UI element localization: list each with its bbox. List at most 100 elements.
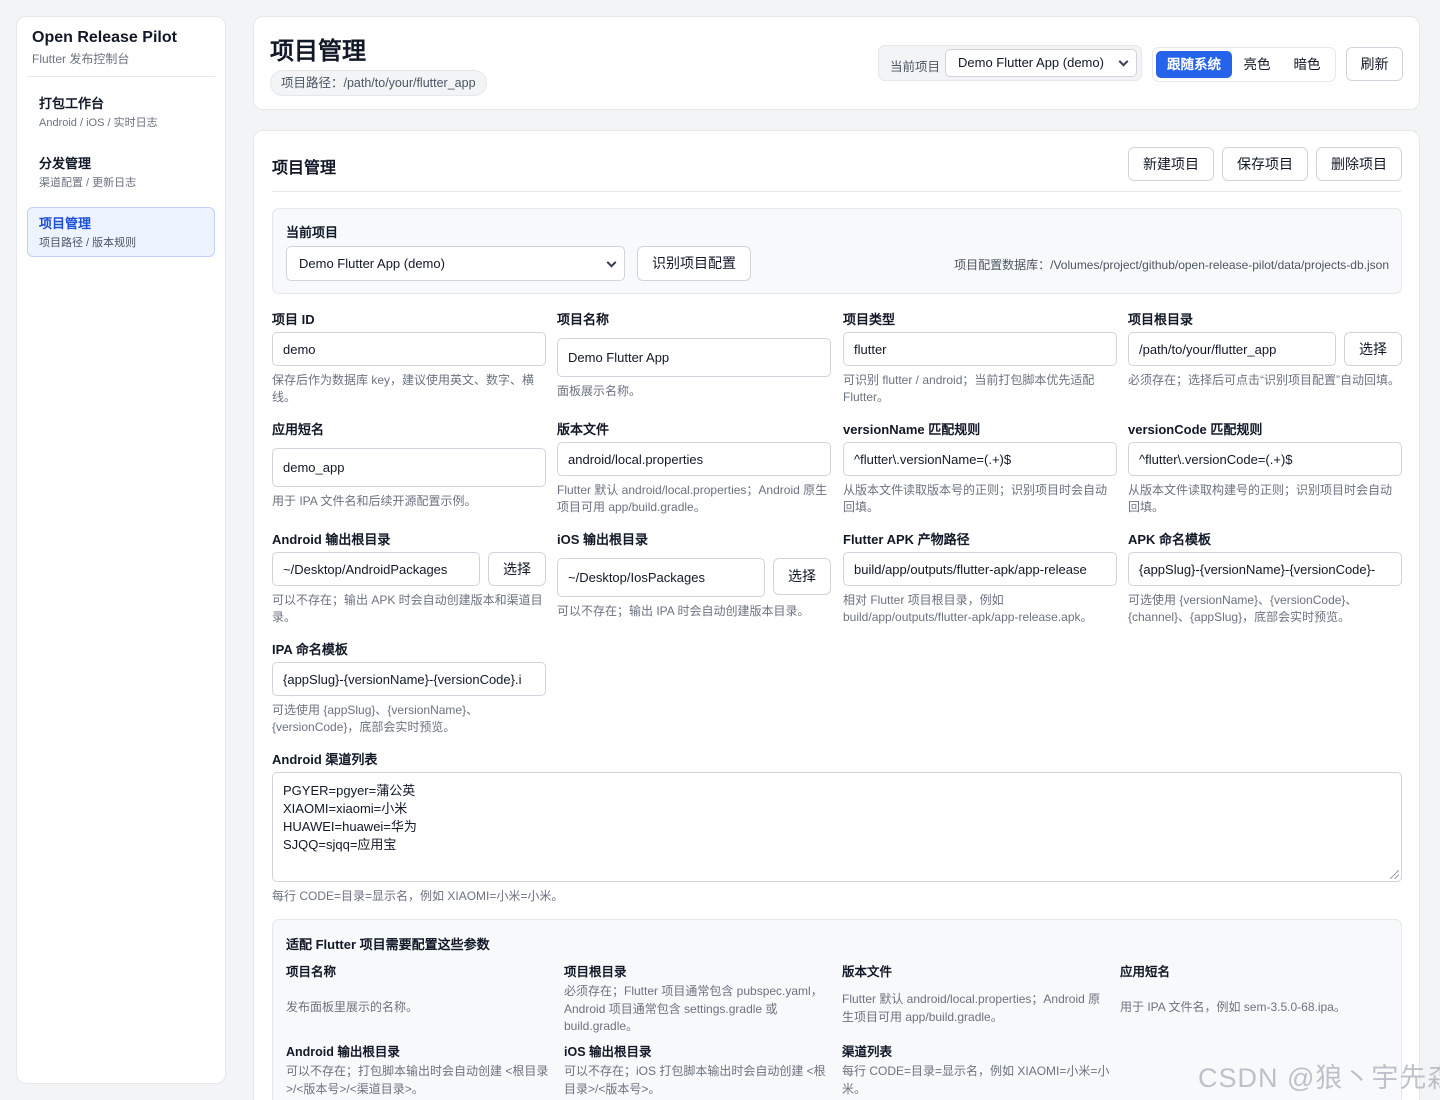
sidebar-item-build[interactable]: 打包工作台 Android / iOS / 实时日志 (27, 87, 215, 137)
current-project-panel: 当前项目 Demo Flutter App (demo) 识别项目配置 项目配置… (272, 208, 1402, 294)
sidebar-item-distribution[interactable]: 分发管理 渠道配置 / 更新日志 (27, 147, 215, 197)
version-file-help: Flutter 默认 android/local.properties；Andr… (557, 483, 828, 514)
info-item-text: 每行 CODE=目录=显示名，例如 XIAOMI=小米=小米。 (842, 1064, 1110, 1096)
sidebar-item-label: 打包工作台 (39, 96, 105, 111)
sidebar-item-label: 分发管理 (39, 156, 92, 171)
db-path: 项目配置数据库：/Volumes/project/github/open-rel… (954, 258, 1389, 272)
theme-toggle: 跟随系统 亮色 暗色 (1152, 47, 1336, 82)
detect-config-button[interactable]: 识别项目配置 (637, 246, 751, 281)
chevron-down-icon (1118, 56, 1129, 67)
panel-project-select[interactable]: Demo Flutter App (demo) (286, 246, 625, 281)
page-header: 项目管理 项目路径：/path/to/your/flutter_app 当前项目… (253, 16, 1420, 110)
info-item-title: 应用短名 (1120, 965, 1171, 979)
current-project-value: Demo Flutter App (demo) (958, 55, 1104, 70)
panel-current-project-label: 当前项目 (286, 225, 339, 240)
sidebar-item-desc: 项目路径 / 版本规则 (39, 237, 137, 249)
project-id-input[interactable]: demo (272, 332, 546, 366)
version-name-rule-help: 从版本文件读取版本号的正则；识别项目时会自动回填。 (843, 483, 1108, 514)
project-type-input[interactable]: flutter (843, 332, 1117, 366)
info-item: 项目名称 发布面板里展示的名称。 (286, 961, 551, 1017)
project-management-card: 项目管理 新建项目 保存项目 删除项目 当前项目 Demo Flutter Ap… (253, 130, 1420, 1100)
watermark: CSDN @狼丶宇先森 (1198, 1063, 1440, 1093)
choose-project-root-button[interactable]: 选择 (1344, 332, 1402, 366)
version-name-rule-input[interactable]: ^flutter\.versionName=(.+)$ (843, 442, 1117, 476)
sidebar-item-label: 项目管理 (39, 216, 92, 231)
theme-dark-button[interactable]: 暗色 (1282, 51, 1332, 78)
apk-template-help: 可选使用 {versionName}、{versionCode}、{channe… (1128, 593, 1358, 624)
info-item-title: iOS 输出根目录 (564, 1045, 652, 1059)
new-project-button[interactable]: 新建项目 (1128, 147, 1214, 181)
android-output-help: 可以不存在；输出 APK 时会自动创建版本和渠道目录。 (272, 593, 543, 624)
channel-line: PGYER=pgyer=蒲公英 (283, 783, 416, 798)
channel-line: SJQQ=sjqq=应用宝 (283, 837, 397, 852)
refresh-button[interactable]: 刷新 (1346, 47, 1403, 81)
apk-template-input[interactable]: {appSlug}-{versionName}-{versionCode}- (1128, 552, 1402, 586)
theme-light-button[interactable]: 亮色 (1232, 51, 1282, 78)
chevron-down-icon (606, 257, 617, 268)
apk-template-label: APK 命名模板 (1128, 532, 1212, 547)
current-project-switcher: 当前项目 Demo Flutter App (demo) (878, 45, 1142, 81)
save-project-button[interactable]: 保存项目 (1222, 147, 1308, 181)
project-root-label: 项目根目录 (1128, 312, 1194, 327)
sidebar-item-projects[interactable]: 项目管理 项目路径 / 版本规则 (27, 207, 215, 257)
divider (272, 191, 1401, 192)
info-item-text: 可以不存在；iOS 打包脚本输出时会自动创建 <根目录>/<版本号>。 (564, 1064, 826, 1096)
ipa-template-help: 可选使用 {appSlug}、{versionName}、{versionCod… (272, 703, 479, 734)
info-title: 适配 Flutter 项目需要配置这些参数 (286, 937, 490, 952)
version-name-rule-label: versionName 匹配规则 (843, 422, 981, 437)
flutter-apk-path-help: 相对 Flutter 项目根目录，例如 build/app/outputs/fl… (843, 593, 1093, 624)
info-item-title: 渠道列表 (842, 1045, 893, 1059)
project-root-help: 必须存在；选择后可点击“识别项目配置”自动回填。 (1128, 373, 1400, 387)
info-item: iOS 输出根目录 可以不存在；iOS 打包脚本输出时会自动创建 <根目录>/<… (564, 1041, 829, 1098)
project-id-help: 保存后作为数据库 key，建议使用英文、数字、横线。 (272, 373, 535, 404)
current-project-select[interactable]: Demo Flutter App (demo) (945, 49, 1137, 77)
ios-output-input[interactable]: ~/Desktop/IosPackages (557, 558, 765, 597)
channels-help: 每行 CODE=目录=显示名，例如 XIAOMI=小米=小米。 (272, 889, 564, 903)
app-slug-input[interactable]: demo_app (272, 448, 546, 487)
version-code-rule-label: versionCode 匹配规则 (1128, 422, 1263, 437)
choose-ios-output-button[interactable]: 选择 (773, 558, 831, 595)
page-title: 项目管理 (270, 38, 366, 65)
android-output-input[interactable]: ~/Desktop/AndroidPackages (272, 552, 480, 586)
brand-subtitle: Flutter 发布控制台 (27, 50, 215, 77)
section-title: 项目管理 (272, 160, 337, 177)
info-item: 应用短名 用于 IPA 文件名，例如 sem-3.5.0-68.ipa。 (1120, 961, 1390, 1017)
choose-android-output-button[interactable]: 选择 (488, 552, 546, 586)
channels-textarea[interactable]: PGYER=pgyer=蒲公英 XIAOMI=xiaomi=小米 HUAWEI=… (272, 772, 1402, 882)
info-item-text: 用于 IPA 文件名，例如 sem-3.5.0-68.ipa。 (1120, 1000, 1346, 1014)
android-output-label: Android 输出根目录 (272, 532, 391, 547)
project-path-badge: 项目路径：/path/to/your/flutter_app (270, 70, 487, 96)
info-item-title: 项目根目录 (564, 965, 627, 979)
channel-line: XIAOMI=xiaomi=小米 (283, 801, 408, 816)
flutter-apk-path-input[interactable]: build/app/outputs/flutter-apk/app-releas… (843, 552, 1117, 586)
version-code-rule-input[interactable]: ^flutter\.versionCode=(.+)$ (1128, 442, 1402, 476)
resize-handle-icon[interactable] (1390, 870, 1399, 879)
project-name-help: 面板展示名称。 (557, 384, 642, 398)
version-code-rule-help: 从版本文件读取构建号的正则；识别项目时会自动回填。 (1128, 483, 1393, 514)
version-file-input[interactable]: android/local.properties (557, 442, 831, 476)
app-slug-label: 应用短名 (272, 422, 325, 437)
theme-system-button[interactable]: 跟随系统 (1156, 51, 1232, 78)
project-type-help: 可识别 flutter / android；当前打包脚本优先适配 Flutter… (843, 373, 1095, 404)
app-slug-help: 用于 IPA 文件名和后续开源配置示例。 (272, 494, 477, 508)
info-item: 项目根目录 必须存在；Flutter 项目通常包含 pubspec.yaml，A… (564, 961, 829, 1036)
info-item-text: 发布面板里展示的名称。 (286, 1000, 419, 1014)
ipa-template-input[interactable]: {appSlug}-{versionName}-{versionCode}.i (272, 662, 546, 696)
info-item-text: Flutter 默认 android/local.properties；Andr… (842, 992, 1101, 1024)
info-item-text: 必须存在；Flutter 项目通常包含 pubspec.yaml，Android… (564, 984, 823, 1033)
delete-project-button[interactable]: 删除项目 (1316, 147, 1402, 181)
info-item: 渠道列表 每行 CODE=目录=显示名，例如 XIAOMI=小米=小米。 (842, 1041, 1112, 1098)
panel-project-value: Demo Flutter App (demo) (299, 256, 445, 271)
project-name-input[interactable]: Demo Flutter App (557, 338, 831, 377)
project-root-input[interactable]: /path/to/your/flutter_app (1128, 332, 1336, 366)
ios-output-label: iOS 输出根目录 (557, 532, 649, 547)
sidebar-item-desc: Android / iOS / 实时日志 (39, 117, 158, 129)
ipa-template-label: IPA 命名模板 (272, 642, 348, 657)
channels-label: Android 渠道列表 (272, 752, 378, 767)
info-item-text: 可以不存在；打包脚本输出时会自动创建 <根目录>/<版本号>/<渠道目录>。 (286, 1064, 549, 1096)
sidebar: Open Release Pilot Flutter 发布控制台 打包工作台 A… (16, 16, 226, 1084)
flutter-apk-path-label: Flutter APK 产物路径 (843, 532, 970, 547)
info-item: Android 输出根目录 可以不存在；打包脚本输出时会自动创建 <根目录>/<… (286, 1041, 551, 1098)
version-file-label: 版本文件 (557, 422, 610, 437)
project-name-label: 项目名称 (557, 312, 610, 327)
